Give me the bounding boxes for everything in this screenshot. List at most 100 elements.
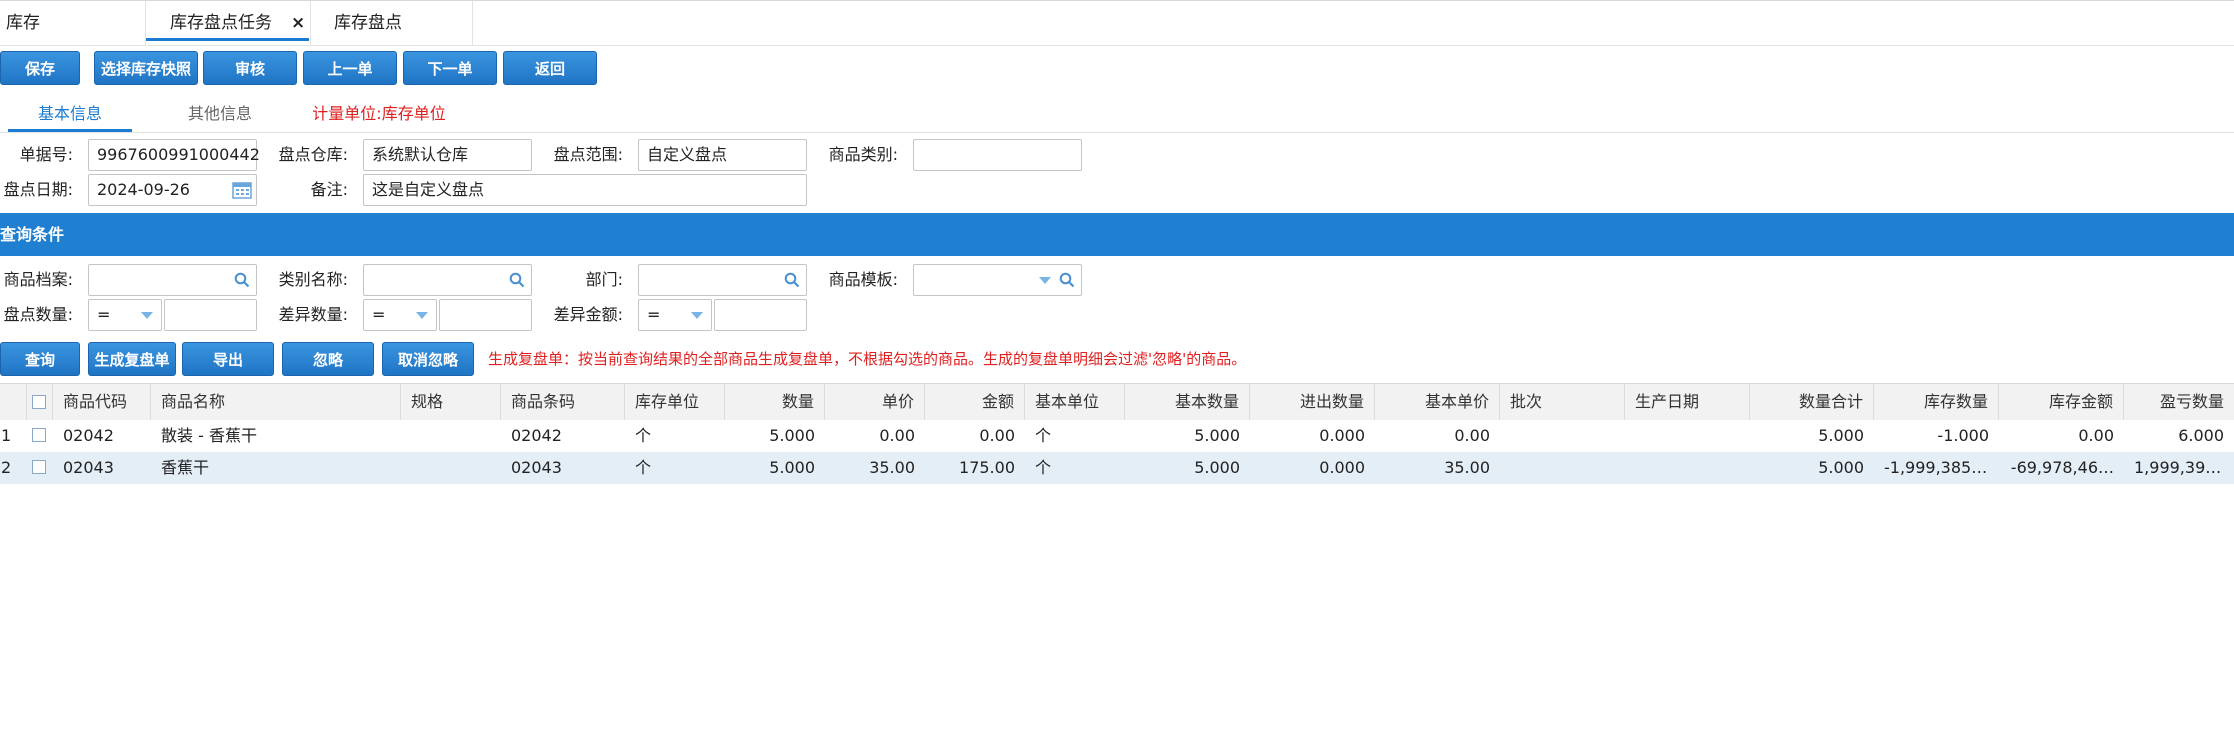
table-row[interactable]: 1 02042 散装 - 香蕉干 02042 个 5.000 0.00 0.00…: [0, 420, 2234, 452]
chevron-down-icon[interactable]: [416, 312, 428, 319]
range-field[interactable]: 自定义盘点: [638, 139, 807, 171]
select-all-checkbox[interactable]: [32, 395, 46, 409]
select-snapshot-button[interactable]: 选择库存快照: [94, 51, 198, 85]
search-icon[interactable]: [1059, 272, 1075, 288]
row-index: 1: [1, 426, 12, 445]
diff-qty-operator[interactable]: =: [363, 299, 437, 331]
close-icon[interactable]: ×: [291, 1, 305, 45]
cell-stock-amount: 0.00: [2078, 426, 2114, 445]
header-barcode[interactable]: 商品条码: [501, 384, 625, 420]
header-batch[interactable]: 批次: [1500, 384, 1625, 420]
row-checkbox[interactable]: [32, 428, 46, 442]
chevron-down-icon[interactable]: [691, 312, 703, 319]
diff-qty-label: 差异数量:: [278, 305, 348, 324]
search-icon[interactable]: [234, 272, 250, 288]
template-select[interactable]: [913, 264, 1082, 296]
cell-code: 02042: [63, 426, 114, 445]
query-bar-title: 查询条件: [0, 225, 65, 244]
header-base-price[interactable]: 基本单价: [1375, 384, 1500, 420]
prev-button[interactable]: 上一单: [303, 51, 397, 85]
dept-input[interactable]: [638, 264, 807, 296]
chevron-down-icon[interactable]: [141, 312, 153, 319]
dept-label: 部门:: [585, 270, 623, 289]
export-button[interactable]: 导出: [182, 342, 274, 376]
header-qty-total[interactable]: 数量合计: [1750, 384, 1874, 420]
header-checkbox-cell: [27, 384, 53, 420]
cell-io-qty: 0.000: [1319, 458, 1365, 477]
header-amount[interactable]: 金额: [925, 384, 1025, 420]
header-spec[interactable]: 规格: [401, 384, 501, 420]
header-stock-amount[interactable]: 库存金额: [1999, 384, 2124, 420]
doc-no-field[interactable]: 9967600991000442: [88, 139, 260, 171]
cell-qty-total: 5.000: [1818, 458, 1864, 477]
cell-base-qty: 5.000: [1194, 458, 1240, 477]
tab-basic-info[interactable]: 基本信息: [8, 102, 132, 132]
header-pl-qty[interactable]: 盈亏数量: [2124, 384, 2234, 420]
row-checkbox[interactable]: [32, 460, 46, 474]
cell-batch: [1500, 452, 1625, 484]
header-qty[interactable]: 数量: [725, 384, 825, 420]
count-qty-input[interactable]: [164, 299, 257, 331]
diff-amt-operator[interactable]: =: [638, 299, 712, 331]
header-stock-qty[interactable]: 库存数量: [1874, 384, 1999, 420]
diff-amt-label: 差异金额:: [553, 305, 623, 324]
header-code[interactable]: 商品代码: [53, 384, 151, 420]
cell-stock-qty: -1.000: [1937, 426, 1989, 445]
date-field[interactable]: 2024-09-26: [88, 174, 257, 206]
tab-other-info[interactable]: 其他信息: [158, 102, 282, 132]
search-icon[interactable]: [509, 272, 525, 288]
count-qty-label: 盘点数量:: [3, 305, 73, 324]
header-base-unit[interactable]: 基本单位: [1025, 384, 1125, 420]
count-qty-operator[interactable]: =: [88, 299, 162, 331]
save-button[interactable]: 保存: [0, 51, 80, 85]
category-name-input[interactable]: [363, 264, 532, 296]
product-search-input[interactable]: [88, 264, 257, 296]
chevron-down-icon[interactable]: [1039, 277, 1051, 284]
cell-prod-date: [1625, 452, 1750, 484]
cell-pl-qty: 6.000: [2178, 426, 2224, 445]
recheck-hint: 生成复盘单：按当前查询结果的全部商品生成复盘单，不根据勾选的商品。生成的复盘单明…: [488, 350, 1247, 368]
tab-divider: [310, 1, 311, 45]
product-label: 商品档案:: [3, 270, 73, 289]
table-row[interactable]: 2 02043 香蕉干 02043 个 5.000 35.00 175.00 个…: [0, 452, 2234, 484]
header-base-qty[interactable]: 基本数量: [1125, 384, 1250, 420]
category-field[interactable]: [913, 139, 1082, 171]
calendar-icon[interactable]: [232, 181, 252, 199]
range-label: 盘点范围:: [553, 145, 623, 164]
tab-stocktake[interactable]: 库存盘点: [334, 1, 402, 44]
header-io-qty[interactable]: 进出数量: [1250, 384, 1375, 420]
tab-stocktake-task[interactable]: 库存盘点任务: [146, 1, 309, 41]
header-index: [0, 384, 27, 420]
cell-barcode: 02042: [511, 426, 562, 445]
header-name[interactable]: 商品名称: [151, 384, 401, 420]
diff-amt-input[interactable]: [714, 299, 807, 331]
query-button[interactable]: 查询: [0, 342, 80, 376]
header-stock-unit[interactable]: 库存单位: [625, 384, 725, 420]
cancel-ignore-button[interactable]: 取消忽略: [382, 342, 474, 376]
next-button[interactable]: 下一单: [403, 51, 497, 85]
category-name-label: 类别名称:: [278, 270, 348, 289]
cell-prod-date: [1625, 420, 1750, 452]
audit-button[interactable]: 审核: [203, 51, 297, 85]
cell-base-price: 0.00: [1454, 426, 1490, 445]
cell-stock-qty: -1,999,385.…: [1884, 458, 1993, 477]
remark-label: 备注:: [310, 180, 348, 199]
generate-recheck-button[interactable]: 生成复盘单: [88, 342, 176, 376]
tab-inventory[interactable]: 库存: [6, 1, 40, 44]
tab-divider: [472, 1, 473, 45]
cell-price: 35.00: [869, 458, 915, 477]
diff-qty-input[interactable]: [439, 299, 532, 331]
ignore-button[interactable]: 忽略: [282, 342, 374, 376]
header-prod-date[interactable]: 生产日期: [1625, 384, 1750, 420]
cell-barcode: 02043: [511, 458, 562, 477]
query-conditions-bar: 查询条件: [0, 213, 2234, 256]
cell-amount: 0.00: [979, 426, 1015, 445]
cell-amount: 175.00: [959, 458, 1015, 477]
divider: [0, 132, 2234, 133]
remark-field[interactable]: 这是自定义盘点: [363, 174, 807, 206]
warehouse-field[interactable]: 系统默认仓库: [363, 139, 532, 171]
header-price[interactable]: 单价: [825, 384, 925, 420]
search-icon[interactable]: [784, 272, 800, 288]
back-button[interactable]: 返回: [503, 51, 597, 85]
doc-no-label: 单据号:: [19, 145, 73, 164]
